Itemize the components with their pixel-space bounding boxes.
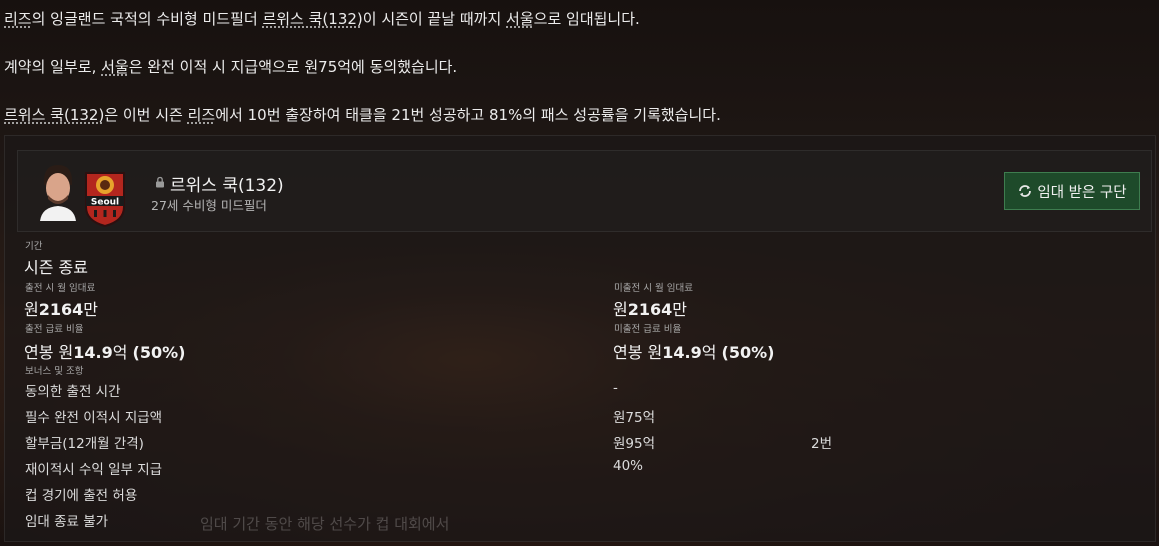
text: 계약의 일부로, [4, 58, 102, 76]
text: 이 시즌이 끝날 때까지 [362, 10, 507, 28]
text: 으로 임대됩니다. [533, 10, 640, 28]
clause-name: 필수 완전 이적시 지급액 [25, 410, 163, 426]
text: 에서 10번 출장하여 태클을 21번 성공하고 81%의 패스 성공률을 기록… [215, 106, 721, 124]
clause-extra: 2번 [811, 436, 833, 452]
clause-name: 임대 종료 불가 [25, 514, 109, 530]
tooltip-ghost-text: 임대 기간 동안 해당 선수가 컵 대회에서 [200, 515, 450, 533]
player-age-position: 27세 수비형 미드필더 [151, 198, 267, 213]
clause-value: 원75억 [613, 410, 656, 426]
news-paragraph-2: 계약의 일부로, 서울은 완전 이적 시 지급액으로 원75억에 동의했습니다. [4, 56, 457, 77]
seoul-crest-icon: Seoul [85, 172, 125, 227]
club-link-seoul[interactable]: 서울 [506, 10, 534, 28]
loan-details-card: Seoul 르위스 쿡(132) 27세 수비형 미드필더 임대 받은 구단 기… [4, 135, 1156, 542]
clause-name: 할부금(12개월 간격) [25, 436, 144, 452]
refresh-icon [1019, 185, 1032, 197]
played-wage-label: 출전 급료 비율 [25, 324, 84, 335]
player-header: Seoul 르위스 쿡(132) 27세 수비형 미드필더 임대 받은 구단 [17, 150, 1152, 232]
clause-value: 40% [613, 458, 644, 474]
player-link[interactable]: 르위스 쿡(132) [4, 106, 104, 124]
text: 은 완전 이적 시 지급액으로 원75억에 동의했습니다. [128, 58, 458, 76]
club-link-leeds[interactable]: 리즈 [4, 10, 32, 28]
crest-text: Seoul [91, 198, 119, 208]
clause-value: - [613, 380, 618, 396]
clause-name[interactable]: 컵 경기에 출전 허용 [25, 484, 137, 504]
unplayed-wage-label: 미출전 급료 비율 [614, 324, 682, 335]
duration-value: 시즌 종료 [24, 258, 88, 277]
player-avatar[interactable] [34, 159, 82, 221]
unplayed-fee-value: 원2164만 [613, 300, 687, 319]
news-paragraph-1: 리즈의 잉글랜드 국적의 수비형 미드필더 르위스 쿡(132)이 시즌이 끝날… [4, 8, 640, 29]
unplayed-fee-label: 미출전 시 월 임대료 [614, 283, 693, 294]
player-link[interactable]: 르위스 쿡(132) [262, 10, 362, 28]
loaned-from-club-button[interactable]: 임대 받은 구단 [1004, 172, 1140, 210]
loan-button-label: 임대 받은 구단 [1037, 184, 1127, 201]
text: 은 이번 시즌 [104, 106, 188, 124]
played-fee-label: 출전 시 월 임대료 [25, 283, 96, 294]
lock-icon [156, 176, 164, 188]
player-name[interactable]: 르위스 쿡(132) [170, 171, 284, 196]
played-wage-value: 연봉 원14.9억 (50%) [24, 343, 186, 362]
text: 의 잉글랜드 국적의 수비형 미드필더 [31, 10, 263, 28]
clause-name: 재이적시 수익 일부 지급 [25, 462, 163, 478]
played-fee-value: 원2164만 [24, 300, 98, 319]
club-link-leeds[interactable]: 리즈 [188, 106, 216, 124]
club-link-seoul[interactable]: 서울 [101, 58, 129, 76]
duration-label: 기간 [25, 241, 43, 252]
news-paragraph-3: 르위스 쿡(132)은 이번 시즌 리즈에서 10번 출장하여 태클을 21번 … [4, 104, 721, 125]
clause-value: 원95억 [613, 436, 656, 452]
unplayed-wage-value: 연봉 원14.9억 (50%) [613, 343, 775, 362]
bonus-clauses-label: 보너스 및 조항 [25, 366, 84, 377]
clause-name: 동의한 출전 시간 [25, 384, 121, 400]
